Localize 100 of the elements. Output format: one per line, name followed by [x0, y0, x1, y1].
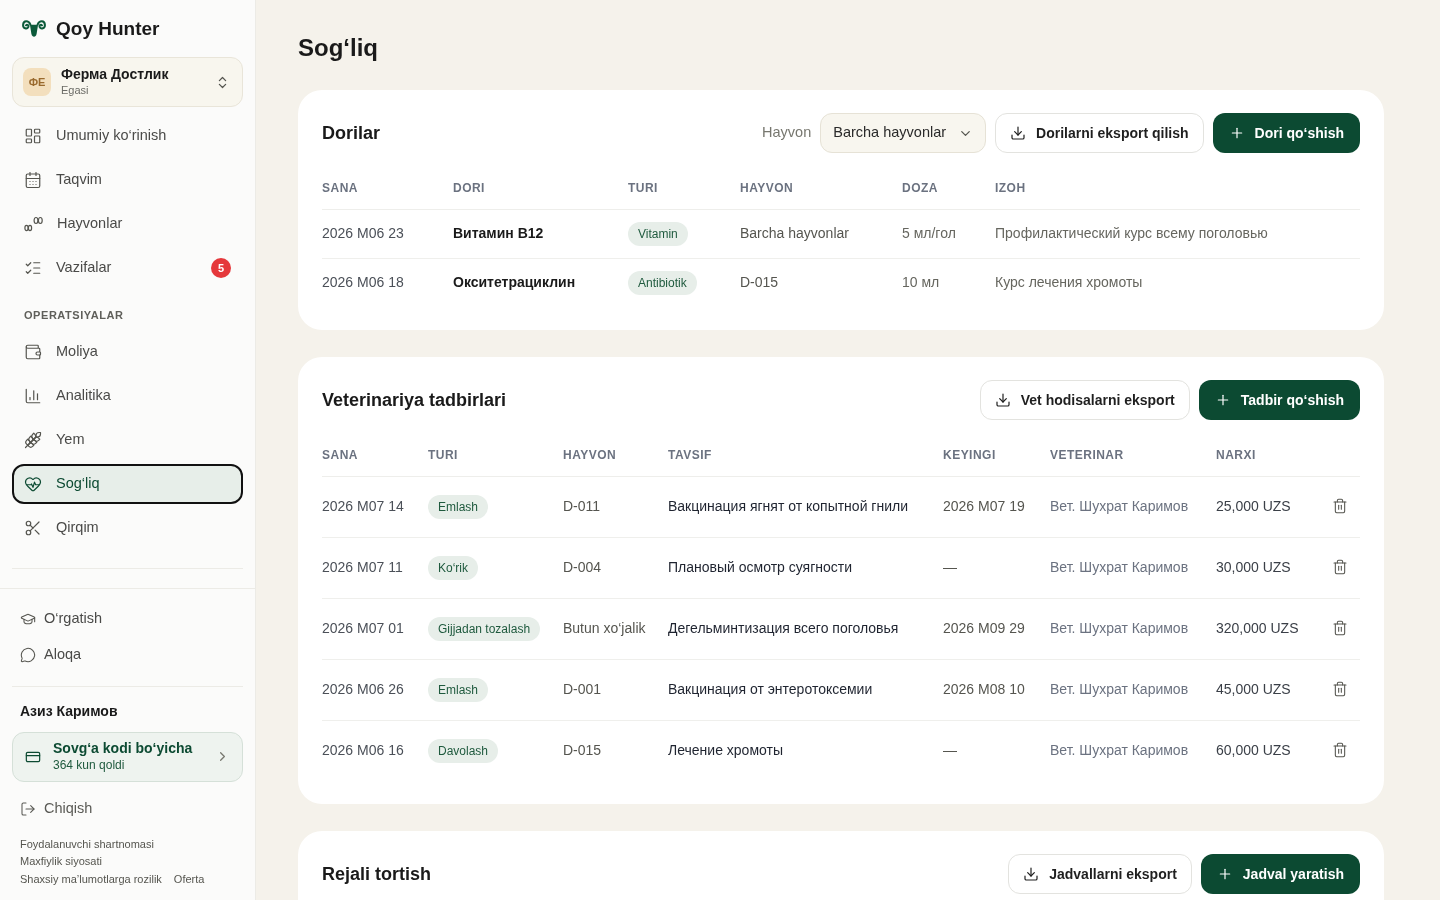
table-cell: 5 мл/гол [902, 209, 995, 258]
column-header: TURI [628, 168, 740, 209]
table-cell: 2026 M08 10 [943, 659, 1050, 720]
chat-bubble-icon [20, 646, 36, 663]
type-tag: Emlash [428, 495, 488, 519]
table-cell: Курс лечения хромоты [995, 258, 1360, 307]
download-icon [1023, 866, 1040, 882]
trash-icon [1332, 498, 1348, 514]
add-button[interactable]: Tadbir qo‘shish [1198, 380, 1360, 420]
table-cell: Barcha hayvonlar [740, 209, 902, 258]
nav-item[interactable]: Moliya [12, 332, 243, 372]
trash-icon [1332, 742, 1348, 759]
card-title: Dorilar [322, 121, 381, 145]
table-cell: Вет. Шухрат Каримов [1050, 598, 1216, 659]
table-cell: 10 мл [902, 258, 995, 307]
nav-item[interactable]: Taqvim [12, 160, 243, 200]
column-header: KEYINGI [943, 435, 1050, 476]
type-tag: Emlash [428, 678, 488, 702]
table-cell: Вакцинация от энтеротоксемии [668, 659, 943, 720]
calendar-icon [24, 171, 42, 189]
table-cell: 2026 M07 11 [322, 537, 428, 598]
heart-pulse-icon [24, 475, 42, 493]
nav-item[interactable]: Hayvonlar [12, 204, 243, 244]
logout-button[interactable]: Chiqish [12, 798, 101, 819]
column-header: SANA [322, 435, 428, 476]
table-cell: 2026 M09 29 [943, 598, 1050, 659]
nav-item[interactable]: Sog‘liq [12, 464, 243, 504]
type-tag: Gijjadan tozalash [428, 617, 541, 641]
footer-link[interactable]: Foydalanuvchi shartnomasi [20, 835, 154, 853]
ovals-icon [24, 216, 43, 232]
type-tag: Antibiotik [628, 271, 697, 296]
add-button[interactable]: Jadval yaratish [1200, 854, 1360, 894]
column-header: IZOH [995, 168, 1360, 209]
table-cell: Вет. Шухрат Каримов [1050, 537, 1216, 598]
export-button[interactable]: Vet hodisalarni eksport [979, 380, 1190, 420]
logout-icon [20, 800, 36, 817]
trash-icon [1332, 681, 1348, 697]
table-cell: Дегельминтизация всего поголовья [668, 598, 943, 659]
table-cell: 2026 M07 14 [322, 476, 428, 537]
table-cell: 2026 M06 16 [322, 720, 428, 781]
card-title: Rejali tortish [322, 862, 432, 886]
footer-link[interactable]: Maxfiylik siyosati [20, 853, 102, 871]
table-cell: Вет. Шухрат Каримов [1050, 659, 1216, 720]
export-button[interactable]: Jadvallarni eksport [1008, 854, 1192, 894]
filter-label: Hayvon [762, 123, 812, 143]
table-cell: Плановый осмотр суягности [668, 537, 943, 598]
page-title: Sog‘liq [298, 33, 379, 63]
add-button[interactable]: Dori qo‘shish [1212, 113, 1360, 153]
column-header: NARXI [1216, 435, 1320, 476]
nav-item[interactable]: Umumiy ko‘rinish [12, 116, 243, 156]
count-badge: 5 [211, 258, 231, 278]
ram-head-logo [22, 18, 46, 40]
table-cell: 320,000 UZS [1216, 598, 1320, 659]
farm-initials: ФЕ [23, 68, 51, 96]
wallet-icon [24, 343, 42, 361]
table-cell: 25,000 UZS [1216, 476, 1320, 537]
table-cell: D-015 [563, 720, 668, 781]
table-cell: D-004 [563, 537, 668, 598]
export-button[interactable]: Dorilarni eksport qilish [995, 113, 1204, 153]
table-cell: D-011 [563, 476, 668, 537]
table-cell: Окситетрациклин [453, 258, 628, 307]
nav-item[interactable]: Qirqim [12, 508, 243, 548]
table-cell: Витамин B12 [453, 209, 628, 258]
bar-chart-icon [24, 387, 42, 405]
help-link[interactable]: Aloqa [12, 638, 243, 671]
column-header: TAVSIF [668, 435, 943, 476]
table-cell: Butun xo‘jalik [563, 598, 668, 659]
brand-name: Qoy Hunter [56, 16, 160, 41]
table-cell: — [943, 537, 1050, 598]
table-cell: 45,000 UZS [1216, 659, 1320, 720]
nav-item[interactable]: Analitika [12, 376, 243, 416]
column-header: DORI [453, 168, 628, 209]
trash-icon [1332, 559, 1348, 575]
table-cell: 2026 M07 01 [322, 598, 428, 659]
nav-item[interactable]: Vazifalar 5 [12, 248, 243, 288]
download-icon [994, 392, 1011, 408]
type-tag: Vitamin [628, 222, 688, 246]
type-tag: Davolash [428, 739, 499, 764]
type-tag: Ko‘rik [428, 556, 478, 580]
table-cell: Вет. Шухрат Каримов [1050, 720, 1216, 781]
scissors-icon [24, 519, 42, 537]
column-header: SANA [322, 168, 453, 209]
animal-filter-select[interactable]: Barcha hayvonlar [820, 113, 987, 153]
table-cell: 2026 M07 19 [943, 476, 1050, 537]
column-header: HAYVON [740, 168, 902, 209]
footer-link[interactable]: Oferta [173, 870, 205, 888]
column-header: TURI [428, 435, 563, 476]
checklist-icon [24, 259, 42, 277]
nav-item[interactable]: Yem [12, 420, 243, 460]
column-header: DOZA [902, 168, 995, 209]
column-header: VETERINAR [1050, 435, 1216, 476]
footer-link[interactable]: Shaxsiy ma’lumotlarga rozilik [20, 870, 162, 888]
column-header: HAYVON [563, 435, 668, 476]
farm-switcher[interactable]: ФЕ Ферма Достлик Egasi [12, 57, 243, 107]
download-icon [1010, 125, 1027, 141]
table-cell: Вет. Шухрат Каримов [1050, 476, 1216, 537]
table-cell: 60,000 UZS [1216, 720, 1320, 781]
subscription-card[interactable]: Sovg‘a kodi bo‘yicha 364 kun qoldi [12, 731, 243, 782]
table-cell: 30,000 UZS [1216, 537, 1320, 598]
help-link[interactable]: O‘rgatish [12, 602, 243, 635]
